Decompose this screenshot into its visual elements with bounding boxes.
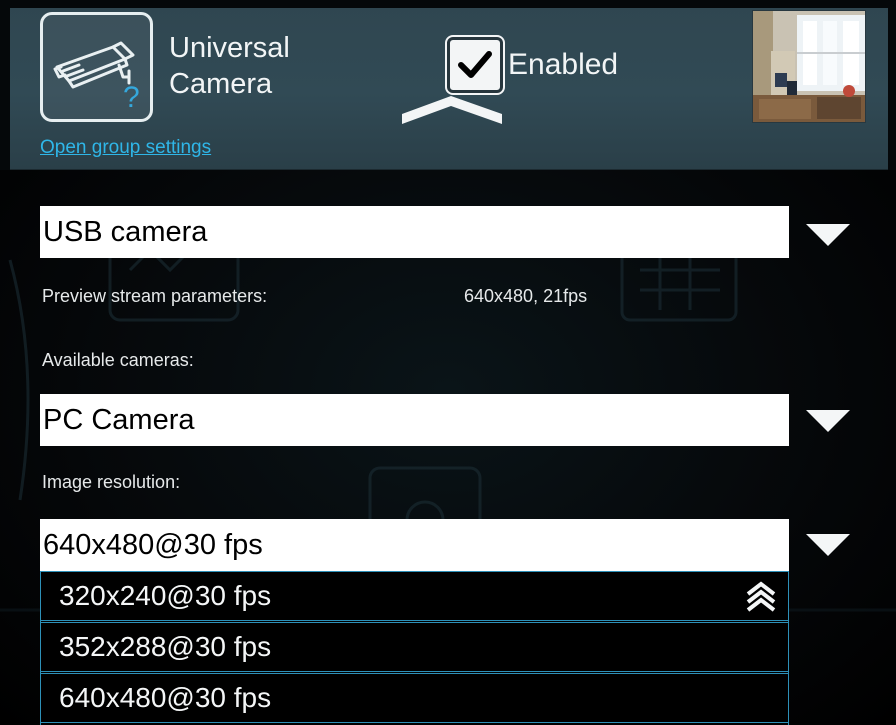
security-camera-icon[interactable]: ?	[40, 12, 153, 122]
source-type-select[interactable]: USB camera	[40, 206, 789, 258]
camera-dropdown-icon[interactable]	[806, 408, 850, 434]
preview-params-value: 640x480, 21fps	[464, 286, 588, 306]
resolution-option-label: 320x240@30 fps	[59, 580, 272, 611]
resolution-option[interactable]: 320x240@30 fps	[41, 571, 788, 621]
resolution-option[interactable]: 640x480@30 fps	[41, 673, 788, 723]
checkmark-icon	[458, 51, 492, 78]
header-right-edge	[888, 0, 896, 170]
stand-chevron-icon	[402, 96, 502, 124]
resolution-option-label: 640x480@30 fps	[59, 682, 272, 713]
device-name-line2: Camera	[169, 68, 273, 100]
header-top-edge	[0, 0, 896, 8]
resolution-option[interactable]: 352x288@30 fps	[41, 622, 788, 672]
preview-image	[753, 11, 865, 122]
source-type-dropdown-icon[interactable]	[806, 222, 850, 248]
open-group-settings-link[interactable]: Open group settings	[40, 137, 211, 159]
resolution-options-list: 320x240@30 fps 352x288@30 fps 640x480@30…	[40, 571, 789, 725]
enabled-label: Enabled	[508, 48, 619, 81]
enabled-checkbox[interactable]	[447, 37, 503, 93]
device-name-line1: Universal	[169, 32, 290, 64]
resolution-option-label: 352x288@30 fps	[59, 631, 272, 662]
device-header: ? Universal Camera Enabled Open group se…	[0, 0, 896, 170]
camera-settings-screen: ? Universal Camera Enabled Open group se…	[0, 0, 896, 725]
security-camera-glyph: ?	[53, 41, 140, 114]
camera-select[interactable]: PC Camera	[40, 394, 789, 446]
svg-text:?: ?	[123, 81, 140, 114]
header-left-edge	[0, 0, 10, 170]
camera-preview-thumbnail[interactable]	[752, 10, 866, 123]
preview-params-label: Preview stream parameters:	[42, 286, 268, 306]
resolution-dropdown-icon[interactable]	[806, 532, 850, 558]
available-cameras-label: Available cameras:	[42, 350, 194, 370]
resolution-select[interactable]: 640x480@30 fps	[40, 519, 789, 571]
image-resolution-label: Image resolution:	[42, 472, 181, 492]
enabled-toggle[interactable]: Enabled	[400, 30, 660, 130]
double-chevron-up-icon[interactable]	[746, 580, 776, 612]
device-name: Universal Camera	[169, 30, 369, 102]
